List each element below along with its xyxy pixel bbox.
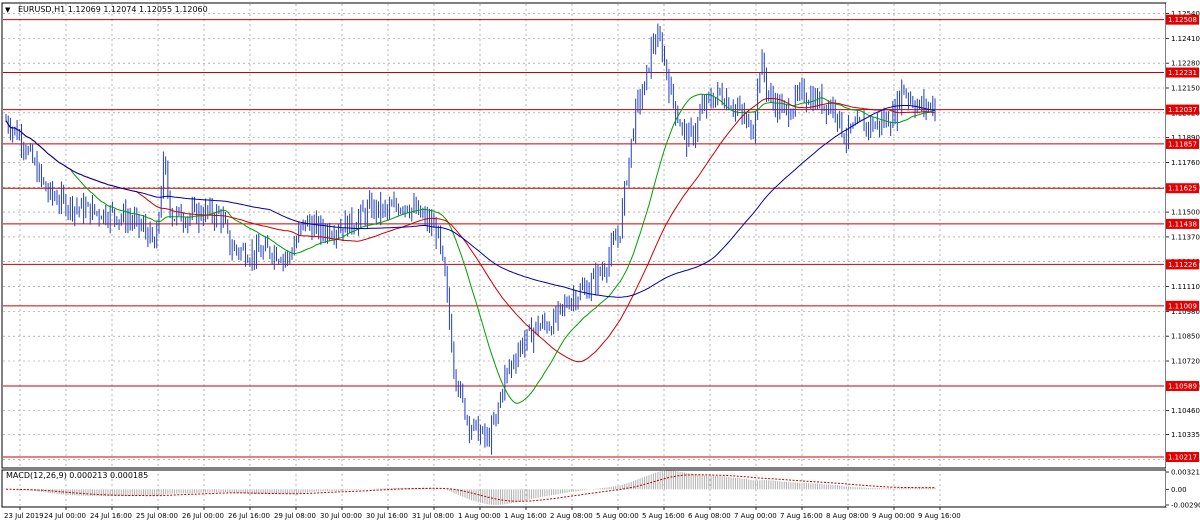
time-tick-label: 9 Aug 00:00 [872,512,915,520]
time-tick-label: 26 Jul 00:00 [182,512,224,520]
price-tick-label: 1.10720 [1171,358,1200,366]
time-tick-label: 30 Jul 16:00 [366,512,408,520]
grid [3,4,1164,505]
price-tick-label: 1.12410 [1171,35,1200,43]
time-tick-label: 5 Aug 16:00 [642,512,685,520]
horizontal-levels [3,19,1164,458]
time-tick-label: 30 Jul 00:00 [320,512,362,520]
price-tick-label: 1.12150 [1171,85,1200,93]
chart-header: EURUSD,H1 1.12069 1.12074 1.12055 1.1206… [18,5,208,14]
level-tag-label: 1.11857 [1168,140,1197,148]
time-tick-label: 24 Jul 16:00 [90,512,132,520]
time-tick-label: 2 Aug 08:00 [550,512,593,520]
macd-tick-label: 0.00 [1171,486,1187,494]
macd-tick-label: 0.00321 [1171,469,1200,477]
time-tick-label: 29 Jul 08:00 [274,512,316,520]
time-tick-label: 26 Jul 16:00 [228,512,270,520]
price-tick-label: 1.11370 [1171,233,1200,241]
moving-average-line [5,105,936,298]
time-tick-label: 31 Jul 08:00 [412,512,454,520]
macd-indicator: 0.00321 0.00 -0.002908 [6,469,1200,510]
current-price-label: 1.12037 [1168,106,1197,114]
price-tick-label: 1.12280 [1171,60,1200,68]
time-tick-label: 5 Aug 00:00 [596,512,639,520]
time-tick-label: 8 Aug 08:00 [826,512,869,520]
level-tag-label: 1.10589 [1168,383,1197,391]
chart-window: 0.003210.00-0.002908 1.125401.124101.122… [0,0,1200,523]
level-tag-label: 1.12231 [1168,69,1197,77]
time-tick-label: 7 Aug 16:00 [780,512,823,520]
price-tick-label: 1.11760 [1171,159,1200,167]
price-tick-label: 1.10460 [1171,407,1200,415]
price-tick-label: 1.11110 [1171,283,1200,291]
time-tick-label: 1 Aug 00:00 [458,512,501,520]
time-tick-label: 24 Jul 00:00 [44,512,86,520]
level-tag-label: 1.12508 [1168,16,1197,24]
price-chart: 0.003210.00-0.002908 1.125401.124101.122… [1,2,1200,520]
time-tick-label: 1 Aug 16:00 [504,512,547,520]
level-tag-label: 1.11625 [1168,185,1197,193]
time-tick-label: 7 Aug 00:00 [734,512,777,520]
level-tag-label: 1.11438 [1168,220,1197,228]
level-tag-label: 1.11009 [1168,302,1197,310]
candles [5,23,936,455]
macd-tick-label: -0.002908 [1171,502,1200,510]
macd-header: MACD(12,26,9) 0.000213 0.000185 [6,471,148,480]
dropdown-arrow-icon[interactable]: ▼ [5,6,11,14]
time-tick-label: 6 Aug 08:00 [688,512,731,520]
price-tick-label: 1.10335 [1171,431,1200,439]
time-tick-label: 23 Jul 2019 [4,512,44,520]
price-tick-label: 1.11500 [1171,209,1200,217]
moving-averages [5,93,936,404]
price-tick-label: 1.10850 [1171,333,1200,341]
level-tag-label: 1.10217 [1168,454,1197,462]
chart-frame [1,2,1200,508]
time-tick-label: 25 Jul 08:00 [136,512,178,520]
level-tag-label: 1.11226 [1168,261,1197,269]
time-scale: 23 Jul 2019 24 Jul 00:00 24 Jul 16:00 25 Ju… [4,507,961,520]
time-tick-label: 9 Aug 16:00 [918,512,961,520]
macd-pane-border [1,469,1167,508]
